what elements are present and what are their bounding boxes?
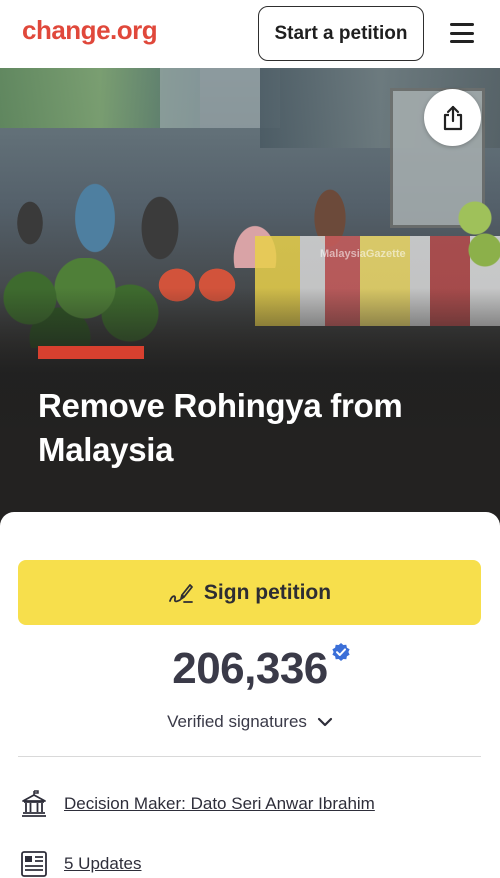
decision-maker-link[interactable]: Decision Maker: Dato Seri Anwar Ibrahim xyxy=(64,794,375,814)
change-org-logo[interactable]: change.org xyxy=(22,15,158,46)
verified-signatures-label: Verified signatures xyxy=(167,712,307,731)
updates-row[interactable]: 5 Updates xyxy=(20,850,142,878)
hamburger-menu-icon[interactable] xyxy=(447,21,477,45)
sign-petition-button[interactable]: Sign petition xyxy=(18,560,481,625)
signature-count: 206,336 xyxy=(172,644,328,693)
updates-document-icon xyxy=(21,851,47,877)
hero-scene-produce xyxy=(455,198,500,268)
share-button[interactable] xyxy=(424,89,481,146)
verified-signatures-toggle[interactable]: Verified signatures xyxy=(0,712,500,732)
decision-maker-row[interactable]: Decision Maker: Dato Seri Anwar Ibrahim xyxy=(20,790,375,818)
chevron-down-icon xyxy=(317,717,333,727)
government-building-icon xyxy=(22,790,46,817)
verified-badge-icon xyxy=(332,643,350,661)
divider xyxy=(18,756,481,757)
petition-card: Sign petition 206,336 Verified signature… xyxy=(0,512,500,878)
pen-signature-icon xyxy=(169,583,193,603)
top-bar: change.org Start a petition xyxy=(0,0,500,68)
start-petition-button[interactable]: Start a petition xyxy=(258,6,424,61)
title-accent-bar xyxy=(38,346,144,359)
share-icon xyxy=(443,105,462,130)
updates-link[interactable]: 5 Updates xyxy=(64,854,142,874)
image-watermark: MalaysiaGazette xyxy=(320,248,406,260)
sign-petition-label: Sign petition xyxy=(203,580,332,604)
petition-title: Remove Rohingya from Malaysia xyxy=(38,387,403,468)
